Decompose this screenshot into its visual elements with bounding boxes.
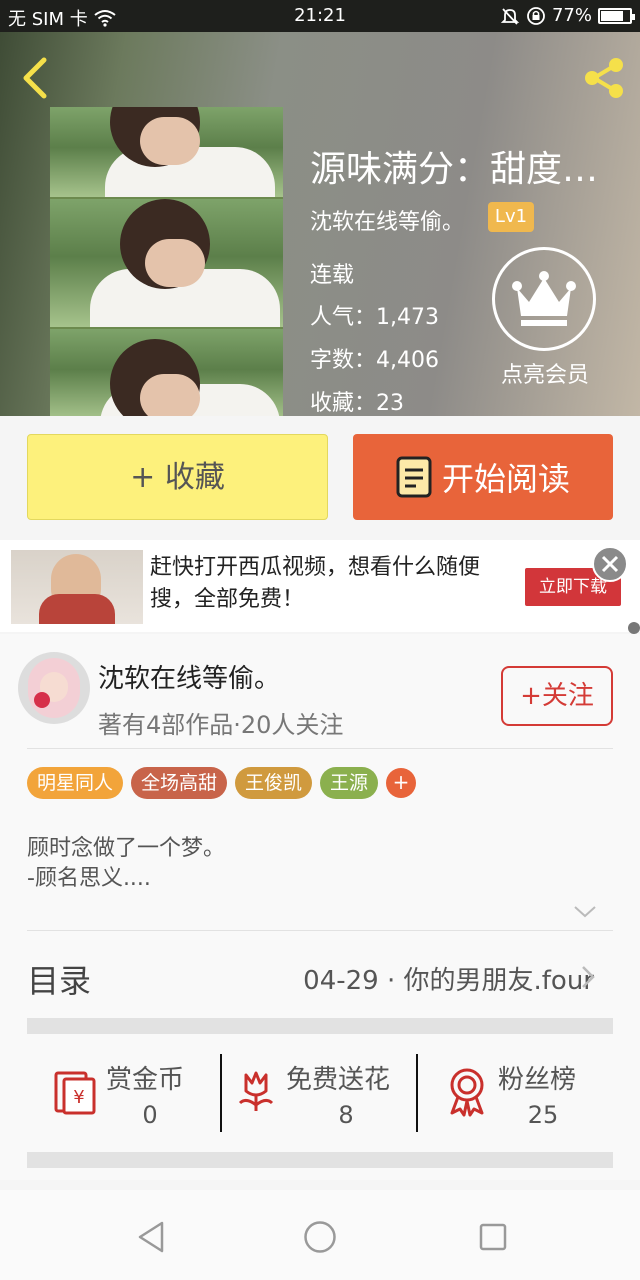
ad-info-icon[interactable] — [628, 622, 640, 634]
start-reading-label: 开始阅读 — [441, 460, 570, 498]
book-cover-image[interactable] — [50, 107, 283, 416]
tag-list: 明星同人 全场高甜 王俊凯 王源 + — [27, 767, 417, 799]
vertical-divider — [220, 1054, 222, 1132]
book-title: 源味满分：甜度百... — [310, 149, 630, 190]
reward-value: 0 — [142, 1101, 158, 1129]
ad-text[interactable]: 赶快打开西瓜视频，想看什么随便搜，全部免费！ — [150, 552, 500, 616]
level-badge: Lv1 — [488, 202, 534, 232]
reward-value: 8 — [338, 1101, 354, 1129]
nav-back-icon[interactable] — [136, 1220, 166, 1254]
start-reading-button[interactable]: 开始阅读 — [353, 434, 613, 520]
svg-text:¥: ¥ — [73, 1087, 84, 1108]
vip-label[interactable]: 点亮会员 — [480, 357, 610, 389]
back-arrow-icon[interactable] — [16, 56, 56, 100]
medal-icon — [450, 1068, 484, 1117]
intro-line: 顾时念做了一个梦。 — [27, 836, 226, 861]
ad-image[interactable] — [11, 550, 143, 624]
book-intro: 顾时念做了一个梦。 -顾名思义.... — [27, 834, 225, 894]
divider — [27, 748, 613, 749]
ad-close-icon[interactable] — [592, 546, 628, 582]
toc-latest-chapter[interactable]: 04-29 · 你的男朋友.four — [303, 960, 594, 997]
author-avatar[interactable] — [18, 652, 90, 724]
follow-button[interactable]: +关注 — [501, 666, 613, 726]
chevron-down-icon[interactable] — [572, 902, 598, 922]
reward-label: 粉丝榜 — [498, 1065, 577, 1095]
nav-home-icon[interactable] — [303, 1220, 337, 1254]
crown-icon — [512, 271, 576, 326]
reward-coins-button[interactable]: ¥ 赏金币 0 — [50, 1055, 210, 1131]
flower-icon — [238, 1071, 274, 1111]
battery-icon — [598, 7, 635, 24]
vertical-divider — [416, 1054, 418, 1132]
divider — [27, 930, 613, 931]
rotation-lock-icon — [527, 6, 545, 25]
tag-item[interactable]: 王源 — [320, 767, 379, 799]
battery-percent: 77% — [551, 5, 592, 26]
status-right: 77% — [500, 5, 635, 26]
share-icon[interactable] — [580, 54, 628, 102]
cover-panel-2 — [50, 199, 283, 327]
serial-status: 连载 — [310, 263, 355, 288]
tag-item[interactable]: 明星同人 — [27, 767, 124, 799]
vip-button[interactable] — [492, 247, 596, 351]
intro-line: -顾名思义.... — [27, 866, 151, 891]
mute-bell-icon — [500, 7, 520, 25]
nav-recents-icon[interactable] — [478, 1222, 508, 1252]
fan-ranking-button[interactable]: 粉丝榜 25 — [446, 1055, 616, 1131]
tag-item[interactable]: 全场高甜 — [131, 767, 228, 799]
tag-item[interactable]: 王俊凯 — [235, 767, 313, 799]
stat-popularity: 人气：1,473 — [310, 305, 439, 330]
collect-button[interactable]: + 收藏 — [27, 434, 328, 520]
battery-fill — [601, 10, 623, 21]
reward-label: 赏金币 — [106, 1065, 185, 1095]
book-header: 源味满分：甜度百... 沈软在线等偷。 Lv1 连载 人气：1,473 字数：4… — [0, 32, 640, 416]
author-name[interactable]: 沈软在线等偷。 — [98, 658, 280, 695]
status-bar: 无 SIM 卡 21:21 77% — [0, 0, 640, 32]
section-separator — [27, 1152, 613, 1168]
send-flower-button[interactable]: 免费送花 8 — [236, 1055, 416, 1131]
author-meta: 著有4部作品·20人关注 — [98, 711, 344, 739]
stat-word-count: 字数：4,406 — [310, 348, 439, 373]
section-separator — [27, 1018, 613, 1034]
cover-panel-1 — [50, 107, 283, 197]
reward-value: 25 — [527, 1101, 559, 1129]
reward-label: 免费送花 — [286, 1065, 391, 1095]
stat-favorites: 收藏：23 — [310, 391, 405, 416]
cover-panel-3 — [50, 329, 283, 416]
toc-label[interactable]: 目录 — [27, 956, 91, 1002]
system-nav-bar — [0, 1190, 640, 1280]
tag-more-button[interactable]: + — [386, 768, 417, 798]
chevron-right-icon[interactable] — [580, 964, 596, 990]
red-envelope-icon: ¥ — [54, 1071, 96, 1115]
book-author[interactable]: 沈软在线等偷。 — [310, 204, 464, 236]
book-icon — [396, 456, 432, 498]
